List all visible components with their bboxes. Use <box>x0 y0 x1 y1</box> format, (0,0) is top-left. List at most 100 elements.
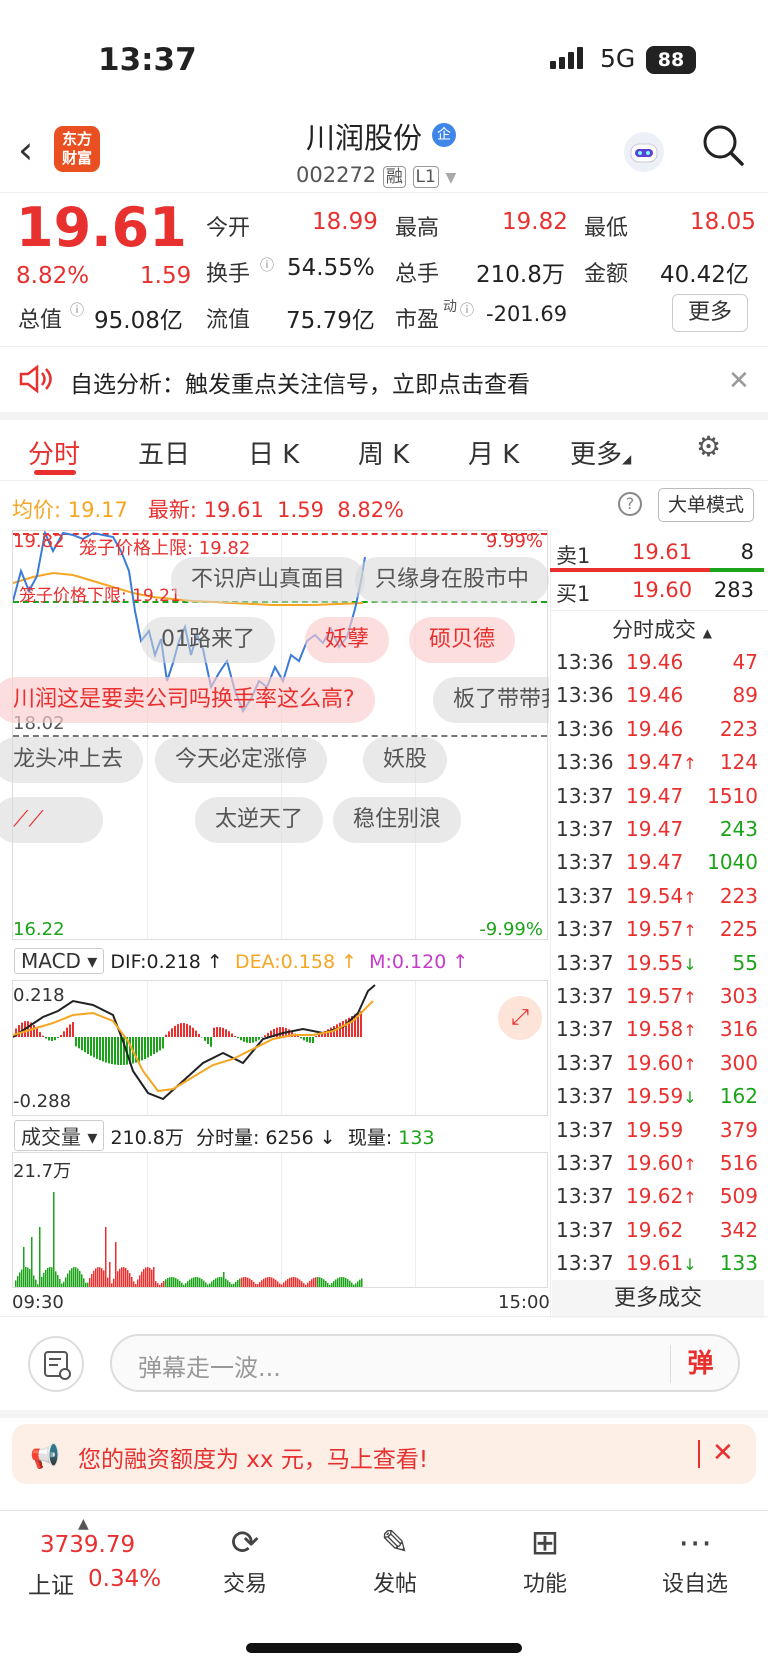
macd-bar <box>63 1031 65 1037</box>
macd-bottom: -0.288 <box>13 1091 72 1112</box>
macd-bar <box>162 1037 164 1049</box>
more-button[interactable]: 更多 <box>672 294 748 332</box>
tick-volume: 300 <box>719 1050 758 1075</box>
macd-chart[interactable]: 0.218 -0.288 <box>12 980 548 1116</box>
volume-bar <box>193 1277 195 1287</box>
nav-functions[interactable]: ⊞ 功能 <box>490 1520 600 1598</box>
tick-row: 13:36 19.46 47 <box>556 650 758 683</box>
robot-avatar-icon[interactable] <box>622 130 666 174</box>
search-icon[interactable] <box>702 124 746 168</box>
info-icon[interactable]: ⓘ <box>260 255 274 275</box>
macd-bar <box>195 1030 197 1037</box>
danmu-send-button[interactable]: 弹 <box>670 1345 730 1383</box>
help-icon[interactable]: ? <box>618 492 642 516</box>
volume-bar <box>275 1279 277 1287</box>
volume-bar <box>129 1273 131 1287</box>
volume-bar <box>155 1281 157 1287</box>
volume-select[interactable]: 成交量 ▾ <box>14 1120 105 1151</box>
index-pct[interactable]: 0.34% <box>88 1566 161 1592</box>
macd-top: 0.218 <box>13 985 65 1006</box>
stock-title[interactable]: 川润股份 <box>306 115 422 157</box>
close-icon[interactable]: ✕ <box>712 1438 734 1468</box>
macd-bar <box>93 1037 95 1058</box>
volume-bar <box>171 1277 173 1287</box>
volume-bar <box>93 1270 95 1287</box>
macd-m: M:0.120 <box>369 951 447 973</box>
index-name[interactable]: 上证 <box>28 1566 74 1600</box>
volume-bar <box>311 1279 313 1287</box>
macd-bar <box>150 1037 152 1056</box>
tick-volume: 509 <box>719 1184 758 1209</box>
big-order-mode-button[interactable]: 大单模式 <box>658 488 754 522</box>
danmu-bubble[interactable]: 妖孽 <box>305 617 390 663</box>
analysis-banner-text[interactable]: 自选分析：触发重点关注信号，立即点击查看 <box>70 365 530 399</box>
volume-bar <box>283 1282 285 1287</box>
avg-value: 19.17 <box>67 498 128 522</box>
danmu-bubble[interactable]: 川润这是要卖公司吗换手率这么高? <box>0 677 375 723</box>
chevron-up-icon[interactable]: ▲ <box>78 1516 89 1532</box>
tick-time: 13:36 <box>556 683 614 708</box>
battery-icon: 88 <box>646 46 696 74</box>
danmu-bubble[interactable]: 龙头冲上去 <box>0 737 144 783</box>
danmu-bubble[interactable]: 稳住别浪 <box>333 797 462 843</box>
volume-bar <box>243 1277 245 1287</box>
tick-time: 13:37 <box>556 1251 614 1276</box>
volume-bar <box>211 1281 213 1287</box>
macd-bar <box>78 1037 80 1049</box>
tab-monthly-k[interactable]: 月 K <box>468 434 519 471</box>
chart-trend-icon[interactable]: ⟋⟋ <box>0 797 103 843</box>
low-value: 18.05 <box>690 209 756 235</box>
high-label: 最高 <box>395 216 440 241</box>
tab-more[interactable]: 更多◢ <box>570 434 631 471</box>
expand-icon[interactable]: ⤢ <box>498 996 542 1040</box>
volume-label: 总手 <box>395 262 440 287</box>
nav-add-watchlist[interactable]: ⋯ 设自选 <box>640 1520 750 1598</box>
volume-bar <box>361 1278 363 1287</box>
danmu-settings-icon[interactable] <box>28 1336 84 1392</box>
danmu-bubble[interactable]: 硕贝德 <box>409 617 516 663</box>
promo-text[interactable]: 您的融资额度为 xx 元，马上查看! <box>78 1440 428 1474</box>
macd-select[interactable]: MACD ▾ <box>14 948 105 974</box>
tick-row: 13:37 19.59↓ 162 <box>556 1084 758 1117</box>
volume-bar <box>123 1267 125 1287</box>
danmu-bubble[interactable]: 妖股 <box>363 737 448 783</box>
macd-bar <box>222 1027 224 1037</box>
info-icon[interactable]: ⓘ <box>460 300 474 320</box>
volume-bar <box>177 1279 179 1287</box>
info-icon[interactable]: ⓘ <box>70 300 84 320</box>
close-icon[interactable]: ✕ <box>728 366 750 396</box>
macd-bar <box>180 1023 182 1037</box>
tab-five-day[interactable]: 五日 <box>138 434 190 471</box>
volume-bar <box>41 1276 43 1287</box>
tick-row: 13:37 19.54↑ 223 <box>556 884 758 917</box>
tab-intraday[interactable]: 分时 <box>28 434 80 471</box>
tab-weekly-k[interactable]: 周 K <box>358 434 409 471</box>
danmu-bubble[interactable]: 板了带带我 <box>433 677 549 723</box>
volume-chart[interactable]: 21.7万 <box>12 1152 548 1288</box>
tick-time: 13:37 <box>556 1050 614 1075</box>
danmu-bubble[interactable]: 不识庐山真面目 <box>171 557 366 603</box>
tick-price: 19.61↓ <box>626 1251 697 1276</box>
macd-bar <box>177 1024 179 1037</box>
macd-bar <box>204 1037 206 1041</box>
danmu-bubble[interactable]: 今天必定涨停 <box>155 737 328 783</box>
nav-trade[interactable]: ⟳ 交易 <box>190 1520 300 1598</box>
danmu-bubble[interactable]: 01路来了 <box>141 617 275 663</box>
gear-icon[interactable]: ⚙ <box>696 430 721 463</box>
sell-bar <box>550 568 710 572</box>
danmu-bubble[interactable]: 只缘身在股市中 <box>355 557 550 603</box>
macd-bar <box>81 1037 83 1051</box>
ticks-title[interactable]: 分时成交 ▲ <box>612 614 712 644</box>
volume-bar <box>143 1269 145 1287</box>
stock-code-row[interactable]: 002272 融 L1 ▼ <box>296 162 456 188</box>
macd-bar <box>303 1037 305 1041</box>
tab-daily-k[interactable]: 日 K <box>248 434 299 471</box>
nav-post[interactable]: ✎ 发帖 <box>340 1520 450 1598</box>
intraday-chart[interactable]: 19.82 笼子价格上限: 19.82 9.99% 笼子价格下限: 19.21 … <box>0 530 550 940</box>
more-trades-button[interactable]: 更多成交 <box>552 1280 764 1318</box>
buy1-price: 19.60 <box>632 578 693 602</box>
tick-price: 19.59↓ <box>626 1084 697 1109</box>
danmu-bubble[interactable]: 太逆天了 <box>195 797 324 843</box>
index-value[interactable]: 3739.79 <box>40 1532 135 1558</box>
back-icon[interactable]: ‹ <box>18 128 33 172</box>
